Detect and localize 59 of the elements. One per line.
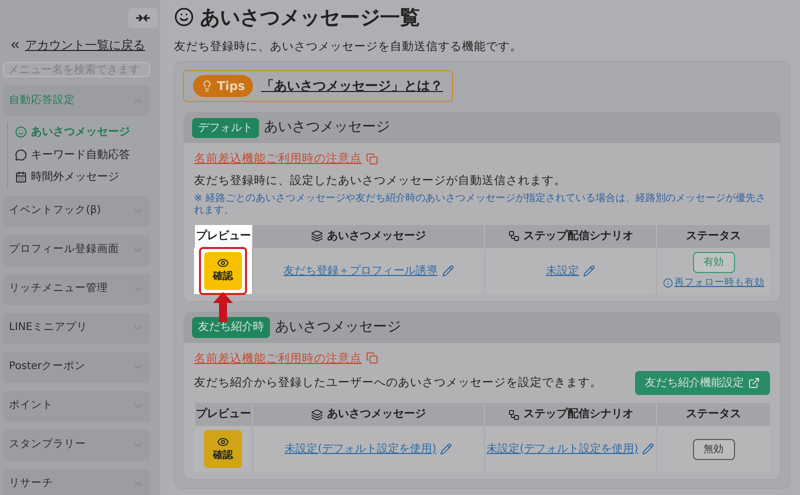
chat-bubble-icon (15, 148, 27, 161)
double-chevron-icon (9, 39, 21, 51)
column-header: プレビュー (194, 224, 252, 248)
pencil-icon (442, 264, 454, 277)
section-tag: デフォルト (192, 118, 259, 138)
tips-link[interactable]: 「あいさつメッセージ」とは？ (261, 76, 444, 96)
layers-icon (311, 230, 323, 242)
column-header: ステータス (656, 403, 770, 426)
menu-group[interactable]: ポイント (3, 390, 150, 422)
page-title: あいさつメッセージ一覧 (200, 4, 420, 31)
pencil-icon (440, 443, 452, 455)
tips-badge: Tips (193, 75, 254, 98)
section-description: 友だち紹介から登録したユーザーへのあいさつメッセージを設定できます。 (194, 374, 602, 392)
smile-icon (15, 126, 27, 138)
preview-button[interactable]: 確認 (204, 252, 242, 290)
lightbulb-icon (201, 80, 213, 92)
smile-icon (174, 7, 194, 27)
section-description: 友だち登録時に、設定したあいさつメッセージが自動送信されます。 (194, 172, 566, 188)
section-title: あいさつメッセージ (264, 118, 390, 138)
menu-group[interactable]: プロフィール登録画面 (3, 234, 150, 266)
menu-item[interactable]: 時間外メッセージ (15, 169, 150, 186)
column-header: プレビュー (194, 403, 252, 426)
flow-nodes-icon (508, 230, 520, 242)
back-link[interactable]: アカウント一覧に戻る (3, 36, 150, 54)
status-badge: 有効 (692, 252, 734, 273)
priority-note: ※ 経路ごとのあいさつメッセージや友だち紹介時のあいさつメッセージが指定されている場合は、経路別のメッセージが優先されます。 (194, 192, 767, 217)
referral-settings-button[interactable]: 友だち紹介機能設定 (635, 371, 770, 395)
collapse-arrows-icon (136, 14, 150, 22)
refollow-link[interactable]: 再フォロー時も有効 (662, 276, 764, 290)
column-header: ステータス (656, 224, 770, 248)
menu-group[interactable]: リサーチ (3, 468, 150, 495)
collapse-sidebar-button[interactable] (128, 8, 158, 28)
column-header: あいさつメッセージ (252, 403, 484, 426)
pencil-icon (583, 264, 595, 277)
eye-icon (217, 436, 229, 448)
info-icon (662, 278, 672, 288)
preview-button[interactable]: 確認 (204, 430, 242, 468)
external-link-icon (748, 377, 760, 389)
column-header: ステップ配信シナリオ (484, 224, 656, 248)
scenario-link[interactable]: 未設定 (546, 262, 579, 279)
menu-group[interactable]: リッチメニュー管理 (3, 274, 150, 304)
eye-icon (217, 257, 229, 270)
page-description: 友だち登録時に、あいさつメッセージを自動送信する機能です。 (174, 38, 523, 55)
section-tag: 友だち紹介時 (192, 317, 270, 338)
column-header: あいさつメッセージ (252, 224, 484, 248)
menu-group[interactable]: Posterクーポン (3, 352, 150, 382)
column-header: ステップ配信シナリオ (484, 403, 656, 426)
pencil-icon (642, 443, 654, 455)
flow-nodes-icon (508, 408, 520, 420)
status-badge: 無効 (692, 438, 734, 460)
layers-icon (311, 408, 323, 420)
windows-icon (366, 152, 378, 165)
windows-icon (366, 352, 378, 364)
menu-group[interactable]: イベントフック(β) (3, 196, 150, 226)
menu-group[interactable]: LINEミニアプリ (3, 312, 150, 344)
calendar-icon (15, 171, 27, 184)
section-title: あいさつメッセージ (275, 318, 401, 337)
menu-item[interactable]: キーワード自動応答 (15, 146, 150, 163)
menu-group[interactable]: スタンプラリー (3, 430, 150, 460)
